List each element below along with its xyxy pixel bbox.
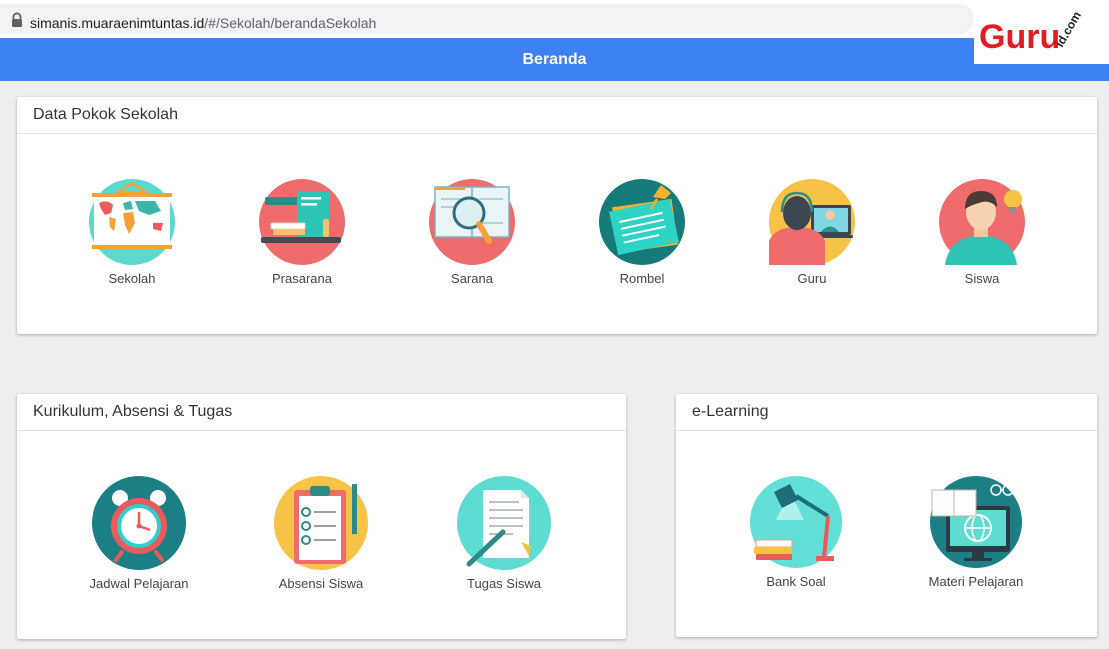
tile-label: Siswa bbox=[964, 271, 1000, 286]
url-path: /#/Sekolah/berandaSekolah bbox=[204, 15, 377, 31]
world-map-icon bbox=[89, 179, 175, 265]
card-data-pokok-sekolah: Data Pokok Sekolah Sekolah Prasarana Sar… bbox=[17, 97, 1097, 334]
video-call-icon bbox=[769, 179, 855, 265]
tile-bank-soal[interactable]: Bank Soal bbox=[726, 476, 866, 589]
omnibox[interactable]: simanis.muaraenimtuntas.id/#/Sekolah/ber… bbox=[0, 4, 974, 34]
tile-absensi-siswa[interactable]: Absensi Siswa bbox=[251, 476, 391, 591]
tile-label: Sekolah bbox=[108, 271, 156, 286]
clipboard-checklist-icon bbox=[274, 476, 368, 570]
pinned-notes-icon bbox=[599, 179, 685, 265]
book-magnifier-icon bbox=[429, 179, 515, 265]
tile-label: Jadwal Pelajaran bbox=[89, 576, 189, 591]
laptop-books-icon bbox=[259, 179, 345, 265]
page-header: Beranda bbox=[0, 38, 1109, 81]
tile-label: Tugas Siswa bbox=[467, 576, 541, 591]
card-kurikulum-absensi-tugas: Kurikulum, Absensi & Tugas Jadwal Pelaja… bbox=[17, 394, 626, 639]
card-e-learning: e-Learning Bank Soal Materi Pelajaran bbox=[676, 394, 1097, 637]
alarm-clock-icon bbox=[92, 476, 186, 570]
url-text[interactable]: simanis.muaraenimtuntas.id/#/Sekolah/ber… bbox=[30, 15, 376, 31]
tile-sekolah[interactable]: Sekolah bbox=[62, 179, 202, 286]
lock-icon bbox=[12, 12, 22, 27]
tile-sarana[interactable]: Sarana bbox=[402, 179, 542, 286]
card-title: e-Learning bbox=[676, 394, 1097, 431]
page-title: Beranda bbox=[522, 51, 587, 68]
card-title: Kurikulum, Absensi & Tugas bbox=[17, 394, 626, 431]
tile-rombel[interactable]: Rombel bbox=[572, 179, 712, 286]
tile-label: Rombel bbox=[619, 271, 665, 286]
tile-jadwal-pelajaran[interactable]: Jadwal Pelajaran bbox=[69, 476, 209, 591]
tile-siswa[interactable]: Siswa bbox=[912, 179, 1052, 286]
document-pencil-icon bbox=[457, 476, 551, 570]
tile-materi-pelajaran[interactable]: Materi Pelajaran bbox=[906, 476, 1046, 589]
guru-logo: Guru id.com bbox=[974, 4, 1109, 64]
desk-lamp-icon bbox=[750, 476, 842, 568]
tile-label: Absensi Siswa bbox=[278, 576, 364, 591]
tile-label: Sarana bbox=[451, 271, 493, 286]
card-title: Data Pokok Sekolah bbox=[17, 97, 1097, 134]
tile-label: Bank Soal bbox=[766, 574, 826, 589]
tile-guru[interactable]: Guru bbox=[742, 179, 882, 286]
url-host: simanis.muaraenimtuntas.id bbox=[30, 15, 205, 31]
logo-main: Guru bbox=[979, 18, 1060, 56]
tile-tugas-siswa[interactable]: Tugas Siswa bbox=[434, 476, 574, 591]
tile-label: Guru bbox=[797, 271, 827, 286]
tile-prasarana[interactable]: Prasarana bbox=[232, 179, 372, 286]
browser-address-bar: simanis.muaraenimtuntas.id/#/Sekolah/ber… bbox=[0, 0, 1109, 38]
student-idea-icon bbox=[939, 179, 1025, 265]
tile-label: Materi Pelajaran bbox=[928, 574, 1024, 589]
monitor-globe-icon bbox=[930, 476, 1022, 568]
tile-label: Prasarana bbox=[272, 271, 332, 286]
